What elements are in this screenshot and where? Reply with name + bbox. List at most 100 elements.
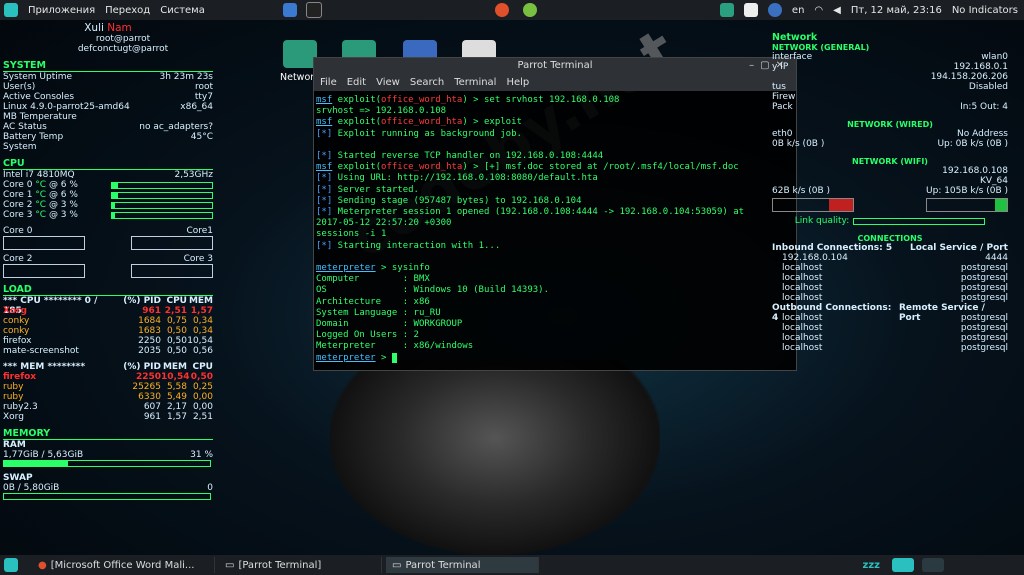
menu-file[interactable]: File: [320, 74, 337, 91]
outbound-row-key: localhost: [782, 343, 823, 353]
wifi-icon[interactable]: ◠: [814, 5, 823, 16]
process-value: 0,34: [192, 326, 213, 336]
wired-row: eth0 No Address: [772, 129, 1008, 139]
menu-view[interactable]: View: [376, 74, 400, 91]
prompt-open: exploit(: [332, 162, 382, 173]
clock[interactable]: Пт, 12 май, 23:16: [851, 5, 942, 16]
app-launcher-icon[interactable]: [523, 3, 537, 17]
core-rows: Core 0 °C @ 6 % Core 1 °C @ 6 % Core 2 °C …: [3, 180, 213, 220]
conky-left-panel: Xuli Nam root@parrot defconctugt@parrot …: [3, 22, 213, 500]
show-desktop-icon[interactable]: [4, 558, 18, 572]
process-header-col: (%) PID: [123, 362, 161, 372]
general-row-value: wlan0: [981, 52, 1008, 62]
user-name: Xuli Nam: [3, 22, 213, 34]
output-text: [*] Meterpreter session 1 opened (192.16…: [316, 207, 744, 217]
volume-icon[interactable]: ◀: [833, 5, 841, 16]
process-value: 1,57: [166, 412, 187, 422]
terminal-menubar: File Edit View Search Terminal Help: [314, 74, 796, 91]
task-terminal-2-icon: ▭: [392, 559, 402, 571]
menu-terminal[interactable]: Terminal: [454, 74, 496, 91]
task-terminal-1[interactable]: ▭ [Parrot Terminal]: [219, 557, 382, 573]
process-value: 961: [142, 306, 161, 316]
prompt-open: exploit(: [332, 95, 382, 105]
process-row: Xorg 961 2,51 1,57: [3, 306, 213, 316]
system-row: AC Status no ac_adapters?: [3, 122, 213, 132]
terminal-line: sessions -i 1: [316, 229, 794, 240]
process-row: ruby 6330 5,49 0,00: [3, 392, 213, 402]
terminal-window[interactable]: Parrot Terminal –▢✕ File Edit View Searc…: [313, 57, 797, 371]
parrot-menu-icon[interactable]: [4, 3, 18, 17]
core-name: Core 3: [3, 210, 36, 220]
terminal-launcher-icon[interactable]: [306, 2, 322, 18]
process-value: 0,25: [192, 382, 213, 392]
general-row-value: 192.168.0.1: [953, 62, 1008, 72]
output-text: [*] Starting interaction with 1...: [316, 241, 500, 251]
user-host: root@parrot: [95, 34, 151, 44]
core-name: Core 1: [3, 190, 36, 200]
cpu-process-table: *** CPU ******** 0 / 185 (%) PID CPU MEM Xor…: [3, 296, 213, 356]
inbound-row-value: postgresql: [960, 263, 1008, 273]
network-general-heading: NETWORK (GENERAL): [772, 43, 870, 52]
core0-graph: [3, 236, 85, 250]
wifi-up-graph: [926, 198, 1008, 212]
process-value: 1,57: [190, 306, 213, 316]
process-name: ruby: [3, 382, 24, 392]
process-name: conky: [3, 316, 30, 326]
status-text: Sending stage (957487 bytes) to 192.168.…: [332, 195, 582, 206]
menu-applications[interactable]: Приложения: [28, 5, 95, 16]
process-value: 0,56: [192, 346, 213, 356]
inbound-row: 192.168.0.104 4444: [772, 253, 1008, 263]
bottom-panel: ● [Microsoft Office Word Mali... ▭ [Parr…: [0, 555, 1024, 575]
core-pct: @ 3 %: [46, 200, 78, 210]
terminal-output[interactable]: msf exploit(office_word_hta) > set srvho…: [314, 91, 796, 368]
process-value: 5,58: [166, 382, 187, 392]
outbound-row: localhost postgresql: [772, 333, 1008, 343]
system-row-key: MB Temperature: [3, 112, 77, 122]
terminal-line: [*] Sending stage (957487 bytes) to 192.…: [316, 196, 794, 207]
task-word[interactable]: ● [Microsoft Office Word Mali...: [32, 557, 215, 573]
conky-right-panel: Network NETWORK (GENERAL) interface wlan0…: [772, 32, 1008, 353]
workspace-2[interactable]: [922, 558, 944, 572]
minimize-icon[interactable]: –: [749, 60, 760, 71]
process-header: *** CPU ******** 0 / 185 (%) PID CPU MEM: [3, 296, 213, 316]
general-row-key: tus: [772, 82, 786, 92]
terminal-line: srvhost => 192.168.0.108: [316, 106, 794, 117]
process-value: 0,50: [166, 326, 187, 336]
core-temp: °C: [35, 210, 47, 220]
general-row-key: interface: [772, 52, 813, 62]
menu-edit[interactable]: Edit: [347, 74, 366, 91]
terminal-titlebar[interactable]: Parrot Terminal –▢✕: [314, 58, 796, 74]
mem-process-table: *** MEM ******** (%) PID MEM CPU firefox 2250…: [3, 362, 213, 422]
cpu-heading: CPU: [3, 158, 213, 170]
task-word-label: [Microsoft Office Word Mali...: [50, 559, 195, 571]
menu-search[interactable]: Search: [410, 74, 444, 91]
general-row-value: In:5 Out: 4: [960, 102, 1008, 112]
process-value: 0,50: [166, 346, 187, 356]
launcher-icon[interactable]: [283, 3, 297, 17]
outbound-row-value: postgresql: [960, 323, 1008, 333]
firefox-icon[interactable]: [495, 3, 509, 17]
system-row: MB Temperature: [3, 112, 213, 122]
outbound-row-value: postgresql: [960, 343, 1008, 353]
wifi-row: KV_64: [772, 176, 1008, 186]
prompt-module: office_word_hta: [381, 117, 463, 128]
workspace-1[interactable]: [892, 558, 914, 572]
indicators[interactable]: No Indicators: [952, 5, 1018, 16]
bluetooth-icon[interactable]: [767, 3, 782, 17]
task-terminal-2[interactable]: ▭ Parrot Terminal: [386, 557, 539, 573]
core1-graph: [131, 236, 213, 250]
keyboard-layout[interactable]: en: [792, 5, 805, 16]
menu-help[interactable]: Help: [506, 74, 529, 91]
inbound-row: localhost postgresql: [772, 283, 1008, 293]
status-marker: [*]: [316, 151, 333, 162]
sleep-icon[interactable]: zzz: [863, 560, 880, 571]
menu-places[interactable]: Переход: [105, 5, 150, 16]
process-value: 607: [143, 402, 161, 412]
system-row-key: Active Consoles: [3, 92, 75, 102]
wired-row: 0B k/s (0B ) Up: 0B k/s (0B ): [772, 139, 1008, 149]
menu-system[interactable]: Система: [160, 5, 205, 16]
network-desktop-icon[interactable]: [283, 40, 317, 68]
outbound-row-key: localhost: [782, 323, 823, 333]
document-icon[interactable]: [743, 3, 758, 17]
inbound-row: localhost postgresql: [772, 293, 1008, 303]
